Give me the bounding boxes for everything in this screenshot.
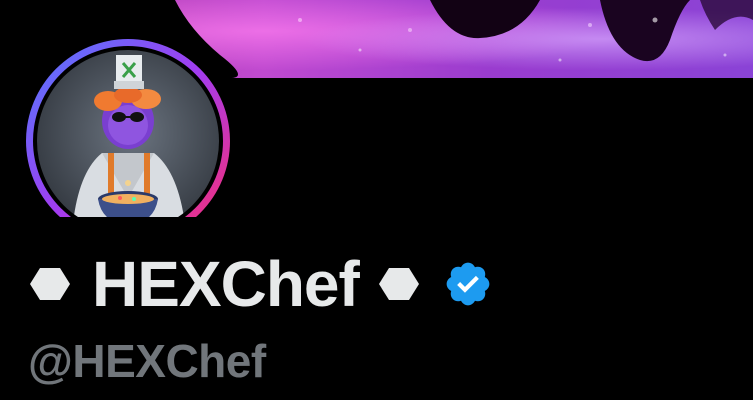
hexagon-icon: [378, 264, 419, 304]
verified-badge-icon[interactable]: [443, 259, 493, 309]
user-handle: @HEXChef: [28, 335, 266, 387]
hexagon-icon: [30, 264, 70, 304]
display-name-row: HEXChef: [30, 247, 493, 321]
chef-avatar-icon: [22, 33, 238, 217]
avatar[interactable]: [22, 33, 242, 217]
display-name: HEXChef: [92, 248, 360, 320]
